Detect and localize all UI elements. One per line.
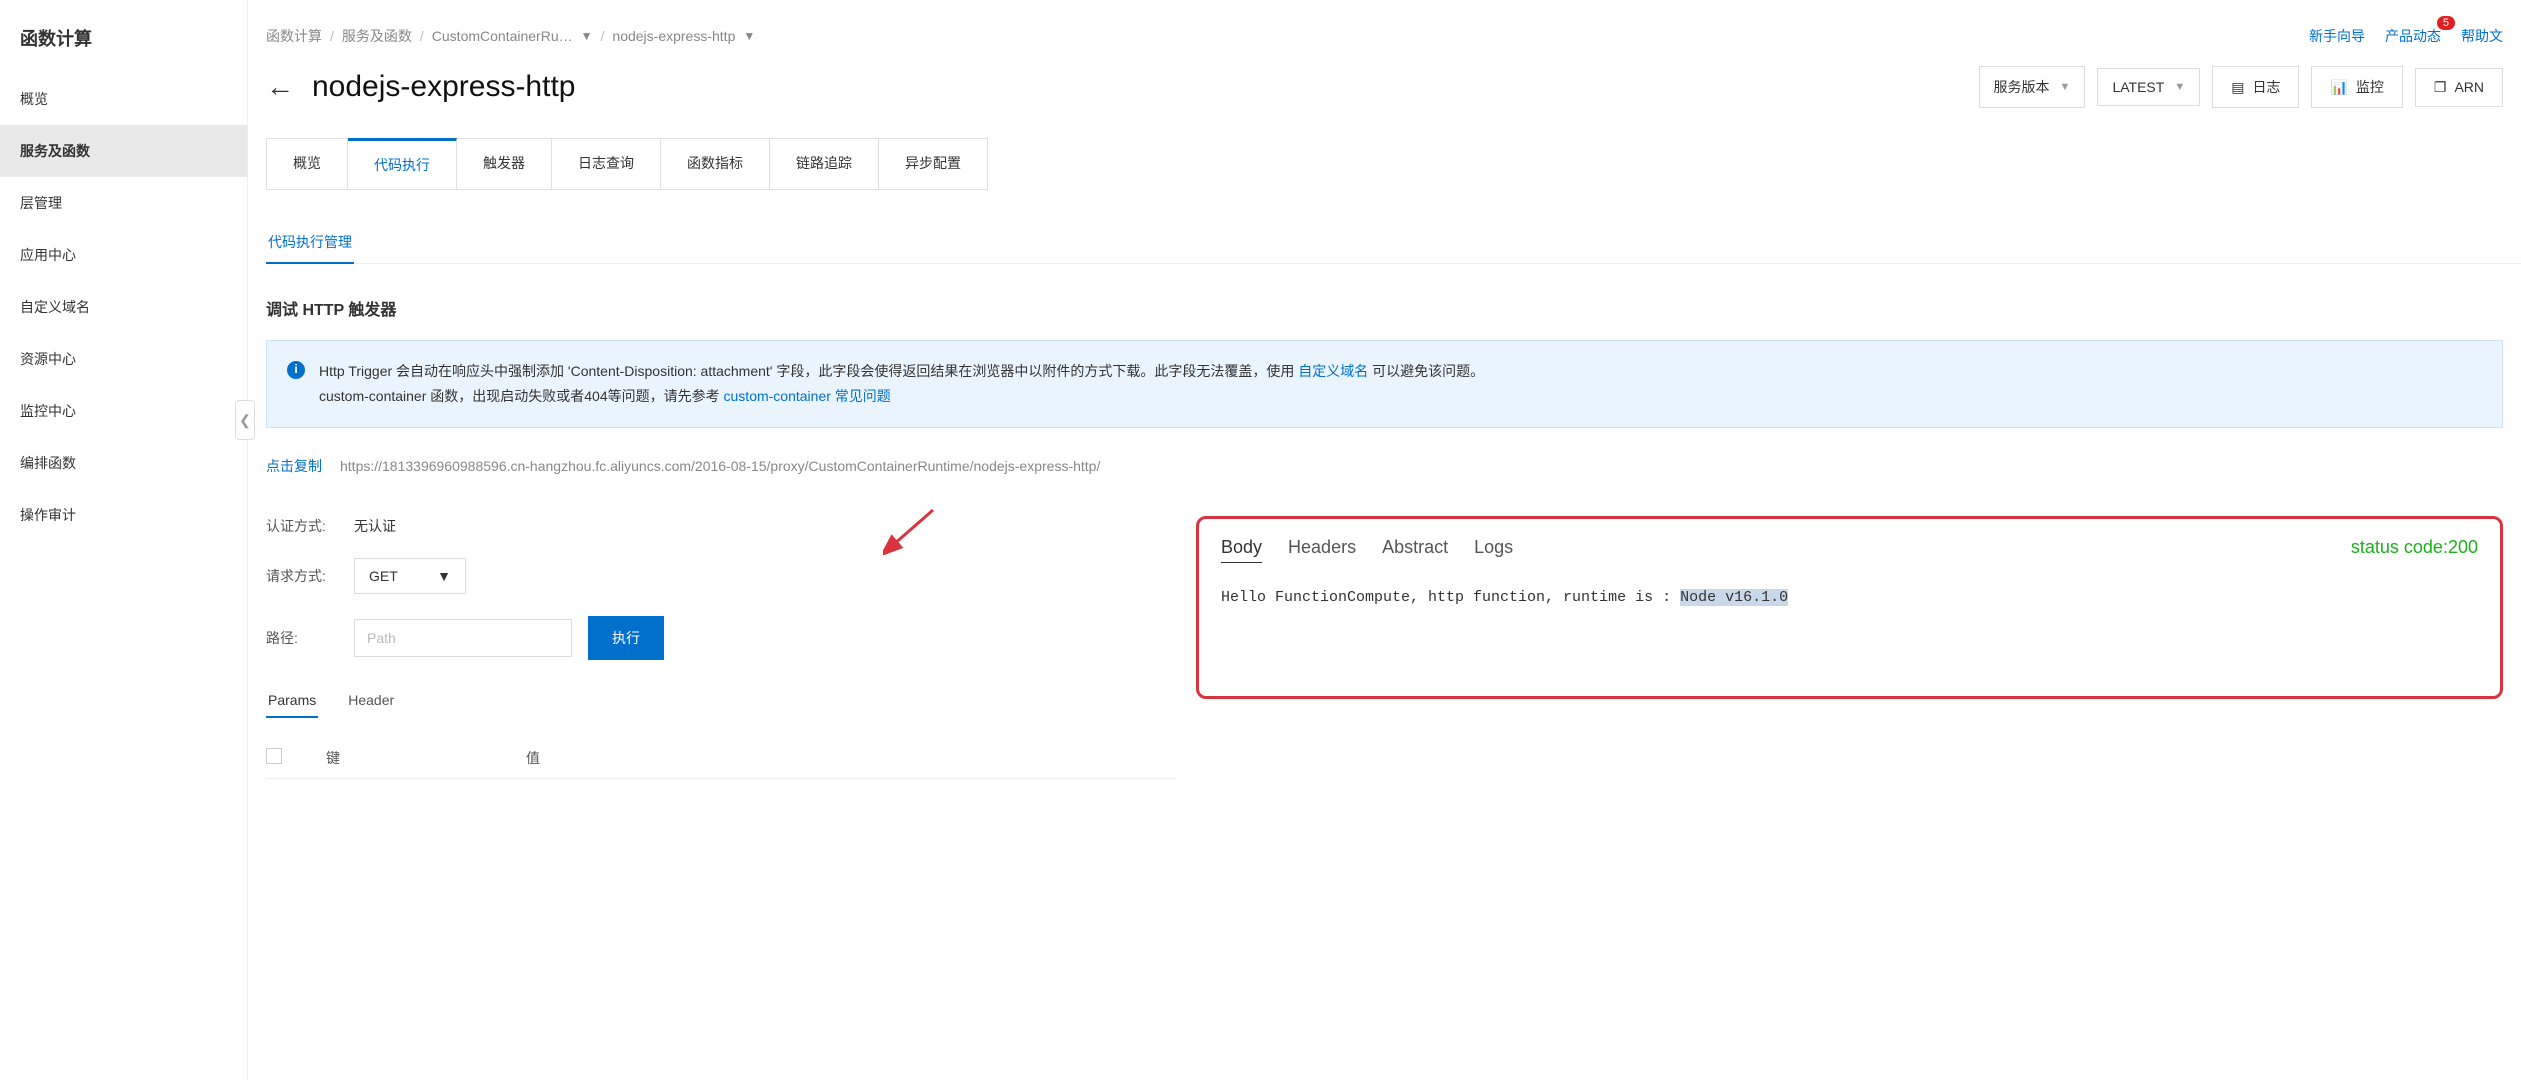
latest-dropdown[interactable]: LATEST ▼ (2097, 68, 2200, 106)
path-input[interactable] (354, 619, 572, 657)
crumb-services[interactable]: 服务及函数 (342, 26, 412, 46)
auth-value: 无认证 (354, 516, 396, 536)
sidebar-item-orchestrate[interactable]: 编排函数 (0, 437, 247, 489)
request-form: 认证方式: 无认证 请求方式: GET ▼ 路径: 执行 Params (266, 516, 1176, 779)
execute-button[interactable]: 执行 (588, 616, 664, 660)
tab-logs[interactable]: 日志查询 (552, 139, 661, 189)
crumb-sep: / (330, 28, 334, 44)
sidebar-item-resources[interactable]: 资源中心 (0, 333, 247, 385)
faq-link[interactable]: custom-container 常见问题 (724, 388, 891, 404)
tab-triggers[interactable]: 触发器 (457, 139, 552, 189)
info-icon: i (287, 361, 305, 379)
sidebar-item-domains[interactable]: 自定义域名 (0, 281, 247, 333)
tab-header[interactable]: Header (346, 684, 396, 718)
chart-icon: 📊 (2330, 79, 2347, 96)
info-box: i Http Trigger 会自动在响应头中强制添加 'Content-Dis… (266, 340, 2503, 428)
news-badge: 5 (2437, 16, 2455, 30)
news-link-label: 产品动态 (2385, 28, 2441, 44)
method-label: 请求方式: (266, 566, 338, 586)
result-tab-logs[interactable]: Logs (1474, 537, 1513, 562)
param-tabs: Params Header (266, 684, 1176, 718)
crumb-service-name[interactable]: CustomContainerRu… (432, 28, 573, 44)
col-val: 值 (526, 748, 1176, 768)
arn-button[interactable]: ❐ ARN (2415, 68, 2503, 107)
method-select[interactable]: GET ▼ (354, 558, 466, 594)
log-label: 日志 (2252, 77, 2280, 97)
path-label: 路径: (266, 628, 338, 648)
page-title: nodejs-express-http (312, 70, 575, 104)
sidebar: 函数计算 概览 服务及函数 层管理 应用中心 自定义域名 资源中心 监控中心 编… (0, 0, 248, 1080)
chevron-down-icon: ▼ (437, 568, 451, 584)
auth-label: 认证方式: (266, 516, 338, 536)
chevron-down-icon: ▼ (2060, 81, 2071, 93)
function-tabs: 概览 代码执行 触发器 日志查询 函数指标 链路追踪 异步配置 (266, 138, 988, 190)
result-tab-abstract[interactable]: Abstract (1382, 537, 1448, 562)
sidebar-item-apps[interactable]: 应用中心 (0, 229, 247, 281)
crumb-sep: / (420, 28, 424, 44)
response-body: Hello FunctionCompute, http function, ru… (1221, 589, 2478, 606)
sidebar-item-overview[interactable]: 概览 (0, 73, 247, 125)
log-icon: ▤ (2231, 79, 2244, 96)
news-link[interactable]: 产品动态 5 (2385, 26, 2441, 46)
guide-link[interactable]: 新手向导 (2309, 26, 2365, 46)
result-tab-headers[interactable]: Headers (1288, 537, 1356, 562)
subtab-code-mgmt[interactable]: 代码执行管理 (266, 222, 354, 264)
tab-tracing[interactable]: 链路追踪 (770, 139, 879, 189)
tab-overview[interactable]: 概览 (267, 139, 348, 189)
version-dropdown[interactable]: 服务版本 ▼ (1979, 66, 2086, 108)
trigger-url: https://1813396960988596.cn-hangzhou.fc.… (340, 458, 1100, 474)
crumb-function-name[interactable]: nodejs-express-http (612, 28, 735, 44)
sidebar-item-layers[interactable]: 层管理 (0, 177, 247, 229)
tab-async[interactable]: 异步配置 (879, 139, 987, 189)
main-content: 新手向导 产品动态 5 帮助文 函数计算 / 服务及函数 / CustomCon… (248, 0, 2521, 1080)
sidebar-title: 函数计算 (0, 0, 247, 73)
latest-label: LATEST (2112, 79, 2164, 95)
custom-domain-link[interactable]: 自定义域名 (1298, 363, 1368, 379)
params-table-header: 键 值 (266, 738, 1176, 779)
crumb-sep: / (601, 28, 605, 44)
info-text: Http Trigger 会自动在响应头中强制添加 'Content-Dispo… (319, 359, 1484, 409)
status-code: status code:200 (2351, 537, 2478, 558)
section-title: 调试 HTTP 触发器 (266, 296, 2521, 320)
arn-label: ARN (2454, 79, 2484, 95)
tab-metrics[interactable]: 函数指标 (661, 139, 770, 189)
help-link[interactable]: 帮助文 (2461, 26, 2503, 46)
chevron-down-icon[interactable]: ▼ (743, 29, 755, 43)
tab-code[interactable]: 代码执行 (348, 138, 457, 189)
select-all-checkbox[interactable] (266, 748, 282, 764)
runtime-highlight: Node v16.1.0 (1680, 589, 1788, 606)
monitor-button[interactable]: 📊 监控 (2311, 66, 2402, 108)
sidebar-item-audit[interactable]: 操作审计 (0, 489, 247, 541)
copy-url-link[interactable]: 点击复制 (266, 456, 322, 476)
url-row: 点击复制 https://1813396960988596.cn-hangzho… (266, 456, 2521, 476)
breadcrumb: 函数计算 / 服务及函数 / CustomContainerRu… ▼ / no… (266, 0, 2521, 66)
monitor-label: 监控 (2356, 77, 2384, 97)
crumb-root[interactable]: 函数计算 (266, 26, 322, 46)
copy-icon: ❐ (2434, 79, 2447, 96)
version-label: 服务版本 (1994, 77, 2050, 97)
col-key: 键 (326, 748, 526, 768)
chevron-down-icon: ▼ (2174, 81, 2185, 93)
top-links: 新手向导 产品动态 5 帮助文 (2309, 26, 2503, 46)
result-panel: Body Headers Abstract Logs status code:2… (1196, 516, 2503, 699)
result-tab-body[interactable]: Body (1221, 537, 1262, 563)
method-value: GET (369, 568, 398, 584)
header-row: ← nodejs-express-http 服务版本 ▼ LATEST ▼ ▤ … (266, 66, 2521, 108)
tab-params[interactable]: Params (266, 684, 318, 718)
sub-tabs: 代码执行管理 (266, 222, 2521, 264)
chevron-down-icon[interactable]: ▼ (581, 29, 593, 43)
back-arrow-icon[interactable]: ← (266, 71, 294, 103)
log-button[interactable]: ▤ 日志 (2212, 66, 2299, 108)
sidebar-item-monitor[interactable]: 监控中心 (0, 385, 247, 437)
sidebar-item-services[interactable]: 服务及函数 (0, 125, 247, 177)
